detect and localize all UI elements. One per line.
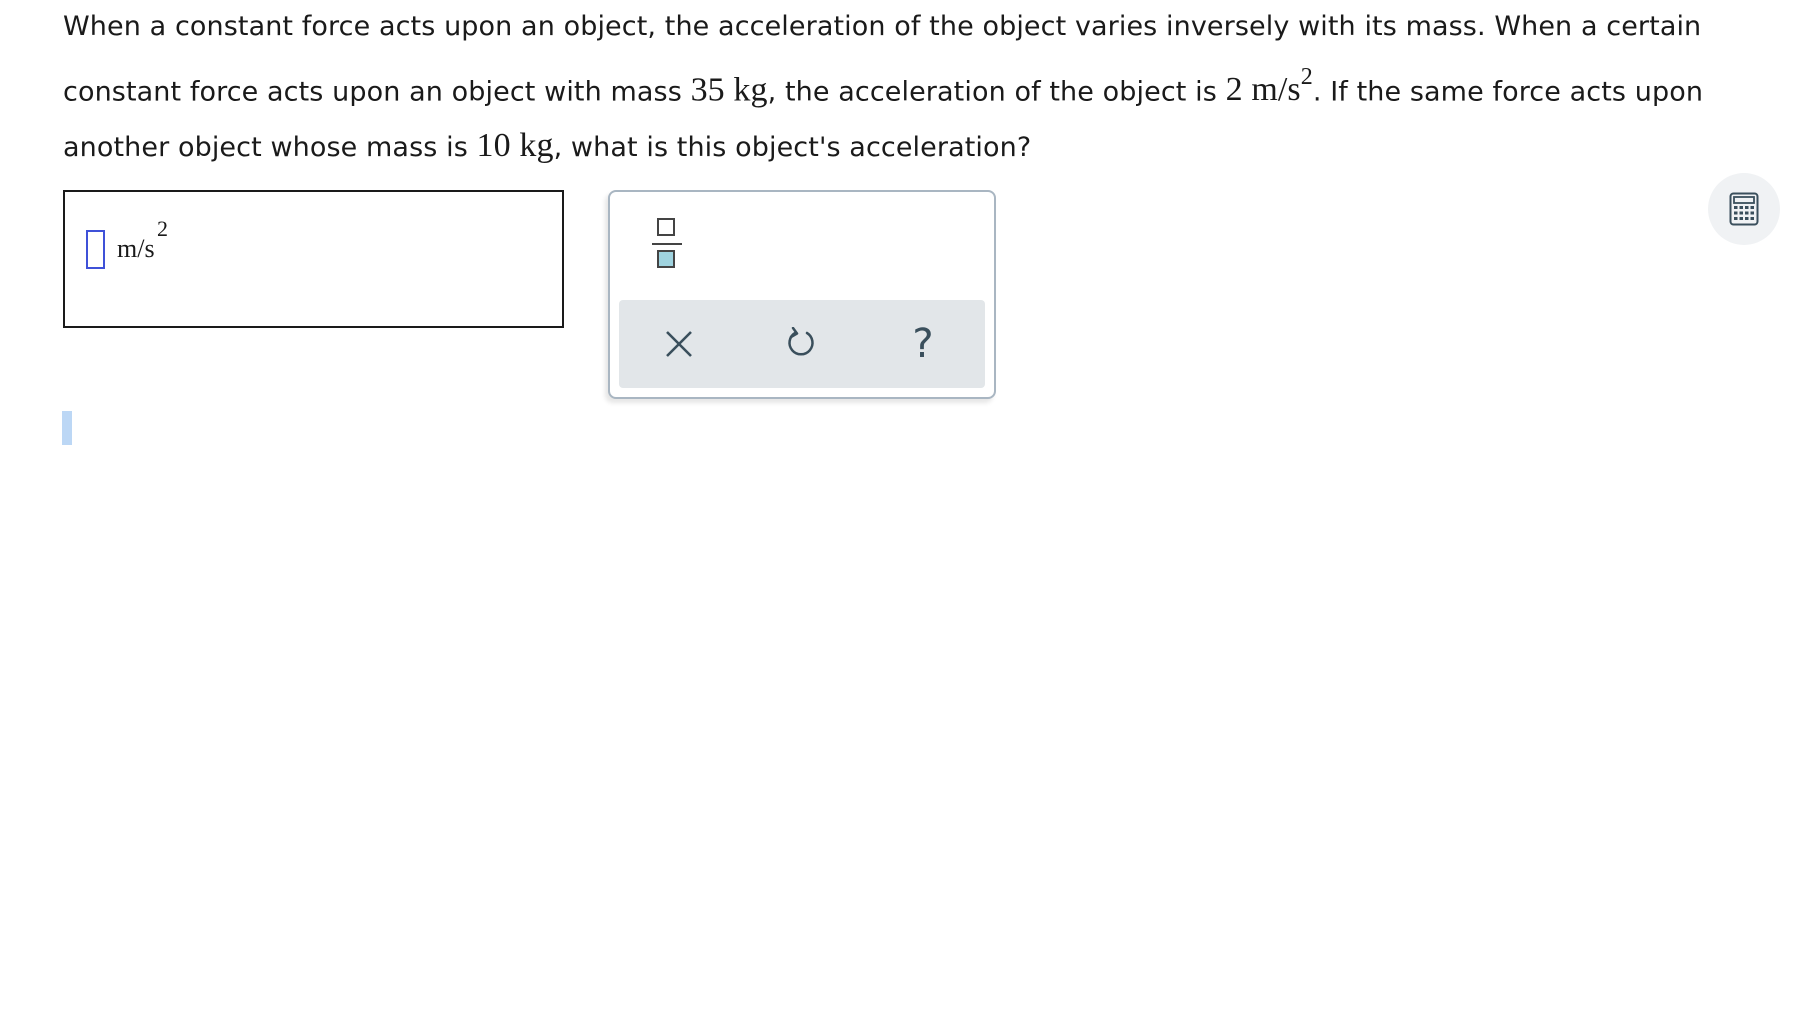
mass-value: 35 kg [690, 71, 768, 109]
close-icon [666, 331, 692, 357]
question-line-1: When a constant force acts upon an objec… [63, 11, 1702, 42]
undo-icon [788, 327, 814, 356]
second-mass-value: 10 kg [476, 127, 554, 165]
help-button[interactable]: ? [899, 320, 947, 368]
math-palette: ? [608, 190, 996, 399]
clear-button[interactable] [655, 320, 703, 368]
undo-button[interactable] [777, 320, 825, 368]
acceleration-value: 2 m/s2 [1225, 64, 1313, 109]
calculator-button[interactable] [1708, 173, 1780, 245]
calculator-icon [1729, 192, 1759, 226]
answer-box[interactable]: m/s 2 [63, 190, 564, 328]
help-icon: ? [912, 321, 934, 367]
palette-action-bar: ? [619, 300, 985, 388]
question-text: When a constant force acts upon an objec… [63, 11, 1704, 165]
answer-unit: m/s [117, 234, 155, 263]
fraction-icon[interactable] [652, 214, 682, 274]
answer-input-slot[interactable] [86, 230, 105, 269]
text-caret [62, 411, 72, 445]
answer-unit-exponent: 2 [157, 216, 168, 241]
